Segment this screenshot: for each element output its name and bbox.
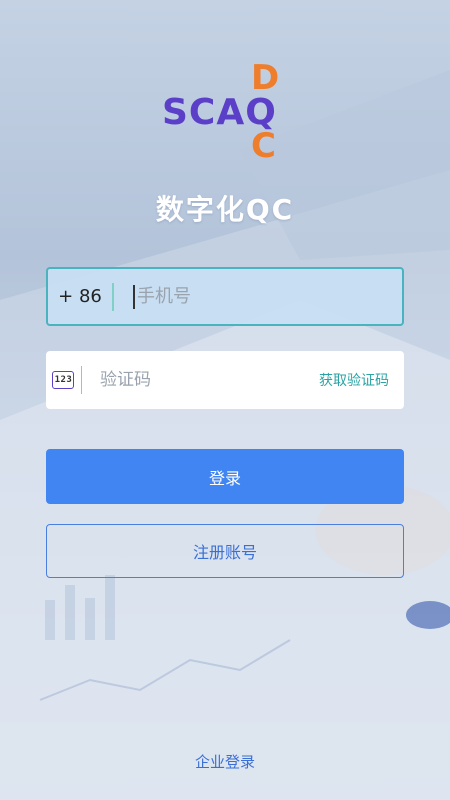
country-code-selector[interactable]: + 86 <box>48 286 112 307</box>
app-title: 数字化QC <box>155 193 295 226</box>
logo-letter-bottom: C <box>251 126 276 166</box>
verification-code-field[interactable]: 123 获取验证码 <box>46 351 404 409</box>
field-divider <box>112 282 114 311</box>
verification-code-icon: 123 <box>46 351 81 409</box>
get-code-button[interactable]: 获取验证码 <box>319 370 404 390</box>
login-button[interactable]: 登录 <box>46 449 404 504</box>
phone-input[interactable] <box>135 276 402 317</box>
app-logo: D SCAQ C <box>0 0 450 180</box>
phone-field[interactable]: + 86 <box>46 267 404 326</box>
code-icon-label: 123 <box>52 371 75 389</box>
enterprise-login-link[interactable]: 企业登录 <box>0 751 450 772</box>
verification-code-input[interactable] <box>82 360 319 400</box>
register-button[interactable]: 注册账号 <box>46 524 404 578</box>
